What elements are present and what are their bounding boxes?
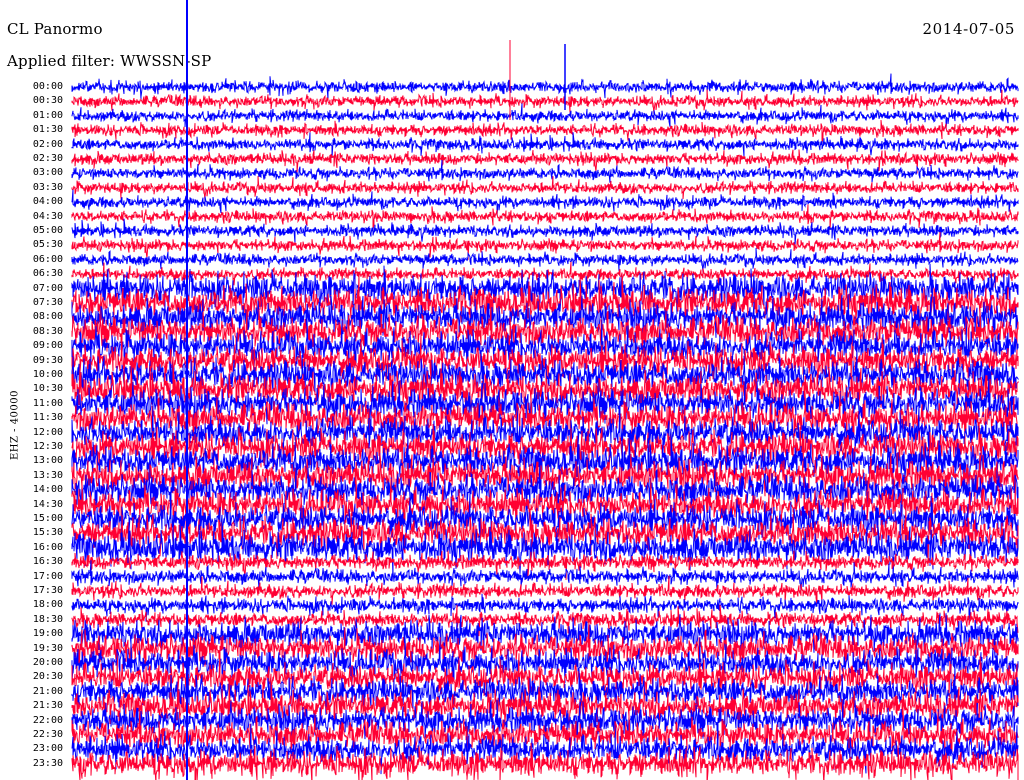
seismic-trace-0430 (71, 204, 1019, 230)
seismogram-plot (71, 0, 1019, 780)
seismic-trace-0300 (71, 159, 1019, 183)
seismic-trace-0000 (71, 73, 1019, 101)
seismic-trace-0200 (71, 132, 1019, 158)
seismic-trace-0330 (71, 176, 1019, 202)
seismic-trace-0030 (71, 89, 1019, 115)
seismic-trace-0100 (71, 103, 1019, 130)
seismic-trace-0600 (71, 248, 1019, 274)
seismic-trace-1100 (71, 371, 1019, 440)
seismic-trace-0130 (71, 119, 1019, 144)
